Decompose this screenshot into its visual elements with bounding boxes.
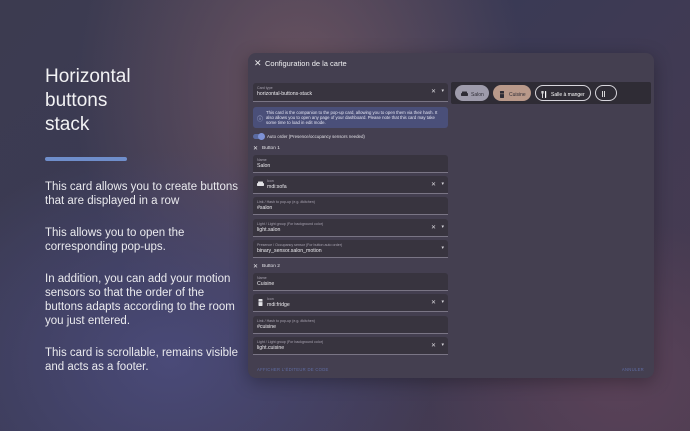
card-config-dialog: ✕ Configuration de la carte Card type ho…: [248, 53, 654, 378]
button-1-label: Button 1: [262, 146, 280, 151]
link-label: Link / Hash to pop-up (e.g. #kitchen): [257, 200, 315, 204]
auto-order-toggle[interactable]: [253, 133, 265, 140]
link-value: #cuisine: [257, 324, 277, 330]
light-label: Light / Light group (For background colo…: [257, 222, 324, 226]
button-2-header: ✕ Button 2: [253, 263, 448, 271]
show-code-editor-button[interactable]: AFFICHER L'ÉDITEUR DE CODE: [257, 367, 329, 372]
more-icon: [601, 91, 607, 99]
intro-paragraph: This card allows you to create buttons t…: [45, 181, 239, 207]
auto-order-label: Auto order (Presence/occupancy sensors n…: [267, 134, 365, 139]
light-value: light.cuisine: [257, 345, 285, 351]
button-1-presence-select[interactable]: Presence / Occupancy sensor (For button …: [253, 240, 448, 258]
chevron-down-icon[interactable]: ▾: [441, 88, 444, 94]
card-type-select[interactable]: Card type horizontal-buttons-stack ✕ ▾: [253, 83, 448, 102]
dialog-title: Configuration de la carte: [265, 59, 347, 68]
chip-label: Salon: [471, 91, 484, 98]
remove-button-icon[interactable]: ✕: [253, 145, 258, 152]
auto-order-row: Auto order (Presence/occupancy sensors n…: [253, 133, 448, 141]
sofa-icon: [257, 181, 264, 187]
presence-value: binary_sensor.salon_motion: [257, 248, 322, 254]
name-label: Name: [257, 158, 267, 162]
cancel-button[interactable]: ANNULER: [622, 367, 644, 372]
button-2-icon-picker[interactable]: Icon mdi:fridge ✕ ▾: [253, 294, 448, 312]
fridge-icon: [257, 299, 264, 306]
light-label: Light / Light group (For background colo…: [257, 340, 324, 344]
preview-chip-more[interactable]: [595, 85, 617, 101]
intro-paragraph: In addition, you can add your motion sen…: [45, 273, 235, 327]
button-1-light-select[interactable]: Light / Light group (For background colo…: [253, 219, 448, 237]
clear-icon[interactable]: ✕: [431, 299, 436, 306]
icon-label: Icon: [267, 179, 274, 183]
presence-label: Presence / Occupancy sensor (For button …: [257, 243, 343, 247]
icon-value: mdi:fridge: [267, 302, 290, 308]
clear-icon[interactable]: ✕: [431, 88, 436, 95]
chevron-down-icon[interactable]: ▾: [441, 342, 444, 348]
button-2-name-field[interactable]: Name Cuisine: [253, 273, 448, 291]
clear-icon[interactable]: ✕: [431, 181, 436, 188]
card-type-value: horizontal-buttons-stack: [257, 91, 313, 97]
intro-title: Horizontal buttons stack: [45, 66, 131, 135]
icon-value: mdi:sofa: [267, 184, 287, 190]
accent-divider: [45, 157, 127, 161]
preview-chip-salle-a-manger[interactable]: Salle à manger: [535, 85, 591, 101]
clear-icon[interactable]: ✕: [431, 342, 436, 349]
button-1-header: ✕ Button 1: [253, 145, 448, 153]
sofa-icon: [461, 91, 468, 99]
dialog-footer: AFFICHER L'ÉDITEUR DE CODE ANNULER: [248, 358, 654, 378]
button-2-light-select[interactable]: Light / Light group (For background colo…: [253, 337, 448, 355]
silverware-icon: [541, 91, 547, 100]
remove-button-icon[interactable]: ✕: [253, 263, 258, 270]
intro-panel: Horizontal buttons stack This card allow…: [45, 65, 245, 374]
button-1-name-field[interactable]: Name Salon: [253, 155, 448, 173]
button-2-link-field[interactable]: Link / Hash to pop-up (e.g. #kitchen) #c…: [253, 316, 448, 334]
chevron-down-icon[interactable]: ▾: [441, 299, 444, 305]
chip-label: Salle à manger: [551, 91, 585, 98]
intro-paragraph: This allows you to open the correspondin…: [45, 227, 185, 253]
fridge-icon: [499, 91, 505, 100]
clear-icon[interactable]: ✕: [431, 224, 436, 231]
button-1-link-field[interactable]: Link / Hash to pop-up (e.g. #kitchen) #s…: [253, 197, 448, 215]
name-value: Cuisine: [257, 281, 275, 287]
chevron-down-icon[interactable]: ▾: [441, 245, 444, 251]
preview-chip-salon[interactable]: Salon: [455, 85, 489, 101]
button-2-label: Button 2: [262, 264, 280, 269]
preview-chip-cuisine[interactable]: Cuisine: [493, 85, 531, 101]
icon-label: Icon: [267, 297, 274, 301]
card-type-label: Card type: [257, 86, 273, 90]
intro-paragraph: This card is scrollable, remains visible…: [45, 347, 239, 373]
info-alert: ⓘ This card is the companion to the pop-…: [253, 107, 448, 128]
info-icon: ⓘ: [257, 117, 264, 123]
link-value: #salon: [257, 205, 273, 211]
name-label: Name: [257, 276, 267, 280]
light-value: light.salon: [257, 227, 281, 233]
chevron-down-icon[interactable]: ▾: [441, 181, 444, 187]
info-text: This card is the companion to the pop-up…: [266, 110, 438, 126]
card-preview: Salon Cuisine Salle à manger: [451, 82, 651, 104]
link-label: Link / Hash to pop-up (e.g. #kitchen): [257, 319, 315, 323]
chip-label: Cuisine: [509, 91, 526, 98]
name-value: Salon: [257, 163, 271, 169]
close-icon[interactable]: ✕: [254, 58, 262, 69]
card-editor: Card type horizontal-buttons-stack ✕ ▾ ⓘ…: [248, 79, 451, 356]
chevron-down-icon[interactable]: ▾: [441, 224, 444, 230]
button-1-icon-picker[interactable]: Icon mdi:sofa ✕ ▾: [253, 176, 448, 194]
dialog-header: ✕ Configuration de la carte: [248, 53, 654, 75]
